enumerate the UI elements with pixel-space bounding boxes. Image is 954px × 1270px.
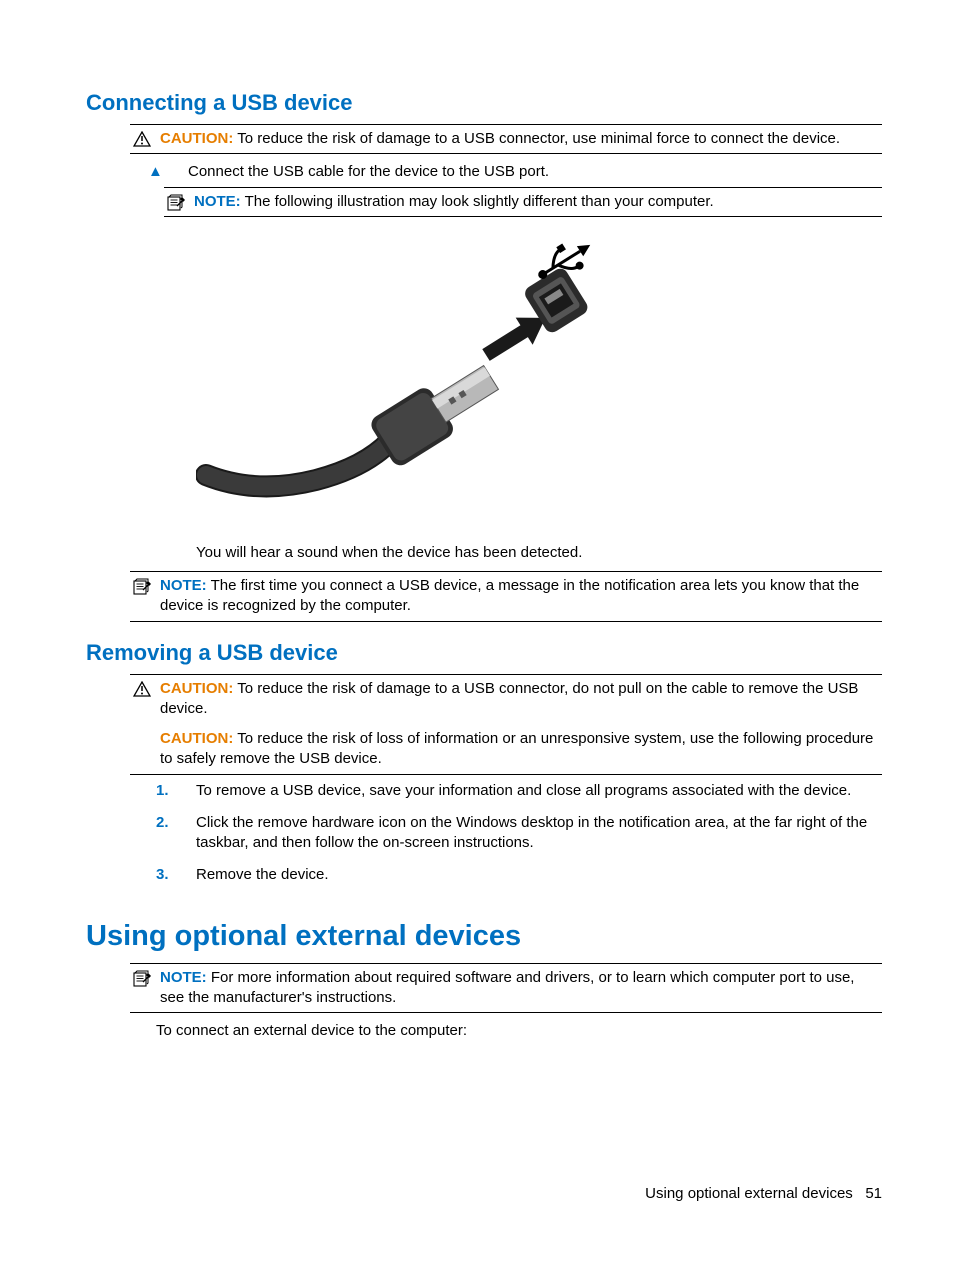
caution-text: To reduce the risk of damage to a USB co… xyxy=(160,680,858,717)
caution-box-remove-2: CAUTION: To reduce the risk of loss of i… xyxy=(130,719,882,775)
heading-removing-usb: Removing a USB device xyxy=(86,640,882,666)
warning-icon-placeholder xyxy=(130,729,154,731)
caution-label: CAUTION: xyxy=(160,680,233,697)
caution-text: To reduce the risk of loss of informatio… xyxy=(160,730,873,767)
step-text: Remove the device. xyxy=(196,865,882,885)
step-text: To remove a USB device, save your inform… xyxy=(196,781,882,801)
remove-step-1: 1. To remove a USB device, save your inf… xyxy=(156,775,882,807)
heading-external-devices: Using optional external devices xyxy=(86,920,882,953)
remove-step-3: 3. Remove the device. xyxy=(156,859,882,891)
usb-illustration xyxy=(196,235,616,525)
step-marker-icon: ▲ xyxy=(148,162,168,182)
page-footer: Using optional external devices 51 xyxy=(645,1185,882,1202)
caution-box-connect: CAUTION: To reduce the risk of damage to… xyxy=(130,124,882,154)
step-number: 2. xyxy=(156,813,176,854)
step-number: 1. xyxy=(156,781,176,801)
note-text: The first time you connect a USB device,… xyxy=(160,577,859,614)
note-icon xyxy=(164,192,188,212)
footer-text: Using optional external devices xyxy=(645,1185,853,1202)
document-page: Connecting a USB device CAUTION: To redu… xyxy=(0,0,954,1270)
step-text: Click the remove hardware icon on the Wi… xyxy=(196,813,882,854)
step-number: 3. xyxy=(156,865,176,885)
remove-step-2: 2. Click the remove hardware icon on the… xyxy=(156,807,882,860)
note-text: The following illustration may look slig… xyxy=(241,193,714,210)
note-icon xyxy=(130,576,154,596)
note-icon xyxy=(130,968,154,988)
heading-connecting-usb: Connecting a USB device xyxy=(86,90,882,116)
caution-label: CAUTION: xyxy=(160,730,233,747)
note-box-first-time: NOTE: The first time you connect a USB d… xyxy=(130,571,882,622)
note-label: NOTE: xyxy=(160,969,207,986)
note-text: For more information about required soft… xyxy=(160,969,854,1006)
step-connect-cable: ▲ Connect the USB cable for the device t… xyxy=(148,154,882,186)
note-box-external: NOTE: For more information about require… xyxy=(130,963,882,1014)
connect-external-line: To connect an external device to the com… xyxy=(156,1013,882,1049)
warning-icon xyxy=(130,129,154,147)
warning-icon xyxy=(130,679,154,697)
page-number: 51 xyxy=(865,1185,882,1202)
note-box-illustration: NOTE: The following illustration may loo… xyxy=(164,187,882,217)
caution-label: CAUTION: xyxy=(160,130,233,147)
detection-sound-text: You will hear a sound when the device ha… xyxy=(196,543,882,563)
caution-text: To reduce the risk of damage to a USB co… xyxy=(233,130,840,147)
note-label: NOTE: xyxy=(194,193,241,210)
note-label: NOTE: xyxy=(160,577,207,594)
caution-box-remove-1: CAUTION: To reduce the risk of damage to… xyxy=(130,674,882,720)
step-text: Connect the USB cable for the device to … xyxy=(188,162,882,182)
